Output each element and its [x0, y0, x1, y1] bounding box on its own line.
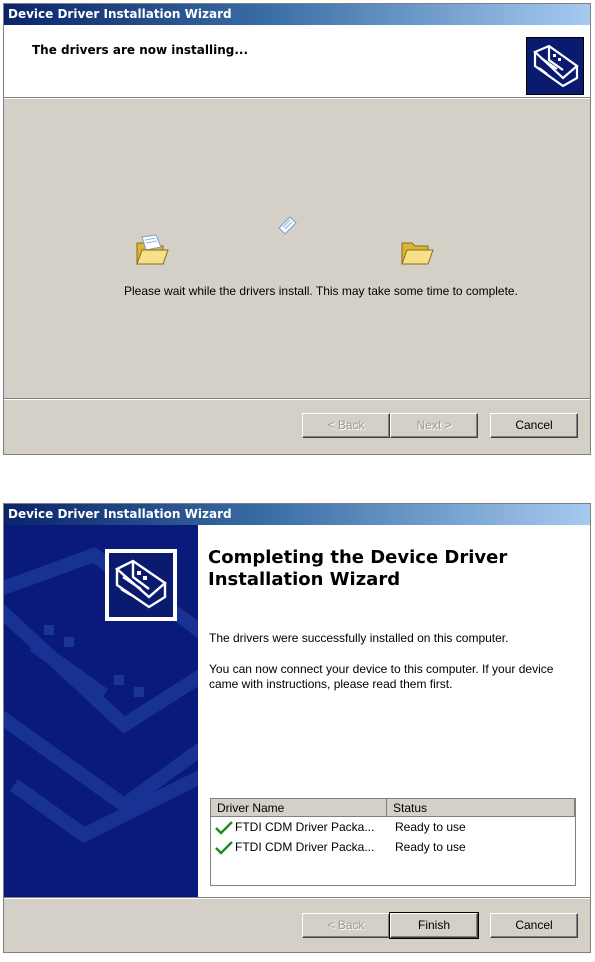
window-title-bar[interactable]: Device Driver Installation Wizard	[4, 4, 590, 25]
window-title: Device Driver Installation Wizard	[8, 507, 232, 521]
driver-name: FTDI CDM Driver Packa...	[235, 820, 375, 834]
completion-heading: Completing the Device Driver Installatio…	[208, 547, 507, 591]
page-title: The drivers are now installing...	[32, 43, 249, 57]
back-button[interactable]: < Back	[302, 913, 390, 938]
button-separator	[4, 398, 590, 400]
button-separator	[4, 897, 590, 899]
window-title: Device Driver Installation Wizard	[8, 7, 232, 21]
driver-name: FTDI CDM Driver Packa...	[235, 840, 375, 854]
driver-status: Ready to use	[395, 820, 466, 834]
connect-instructions: You can now connect your device to this …	[209, 662, 579, 692]
flying-document-icon	[278, 216, 297, 235]
back-button[interactable]: < Back	[302, 413, 390, 438]
checkmark-icon	[215, 841, 233, 855]
wizard-header: The drivers are now installing...	[4, 25, 590, 99]
finish-button[interactable]: Finish	[389, 912, 479, 939]
cancel-button[interactable]: Cancel	[490, 913, 578, 938]
window-title-bar[interactable]: Device Driver Installation Wizard	[4, 504, 590, 525]
wizard-hardware-icon	[526, 37, 584, 95]
wait-message: Please wait while the drivers install. T…	[124, 284, 518, 298]
connect-line-2: came with instructions, please read them…	[209, 677, 453, 691]
heading-line-2: Installation Wizard	[208, 569, 401, 590]
column-header-status[interactable]: Status	[387, 799, 575, 817]
checkmark-icon	[215, 821, 233, 835]
connect-line-1: You can now connect your device to this …	[209, 662, 554, 676]
driver-list[interactable]: Driver Name Status FTDI CDM Driver Packa…	[210, 798, 576, 886]
heading-line-1: Completing the Device Driver	[208, 547, 508, 568]
destination-folder-icon	[401, 242, 434, 265]
success-message: The drivers were successfully installed …	[209, 631, 509, 645]
wizard-content: Completing the Device Driver Installatio…	[198, 525, 590, 897]
completion-wizard-window: Device Driver Installation Wizard Comple…	[3, 503, 591, 953]
driver-status: Ready to use	[395, 840, 466, 854]
source-folder-icon	[136, 234, 169, 265]
wizard-hardware-icon	[105, 549, 177, 621]
installing-wizard-window: Device Driver Installation Wizard The dr…	[3, 3, 591, 455]
cancel-button[interactable]: Cancel	[490, 413, 578, 438]
wizard-side-banner	[4, 525, 198, 897]
next-button[interactable]: Next >	[390, 413, 478, 438]
column-header-driver-name[interactable]: Driver Name	[211, 799, 387, 817]
list-header: Driver Name Status	[211, 799, 575, 817]
